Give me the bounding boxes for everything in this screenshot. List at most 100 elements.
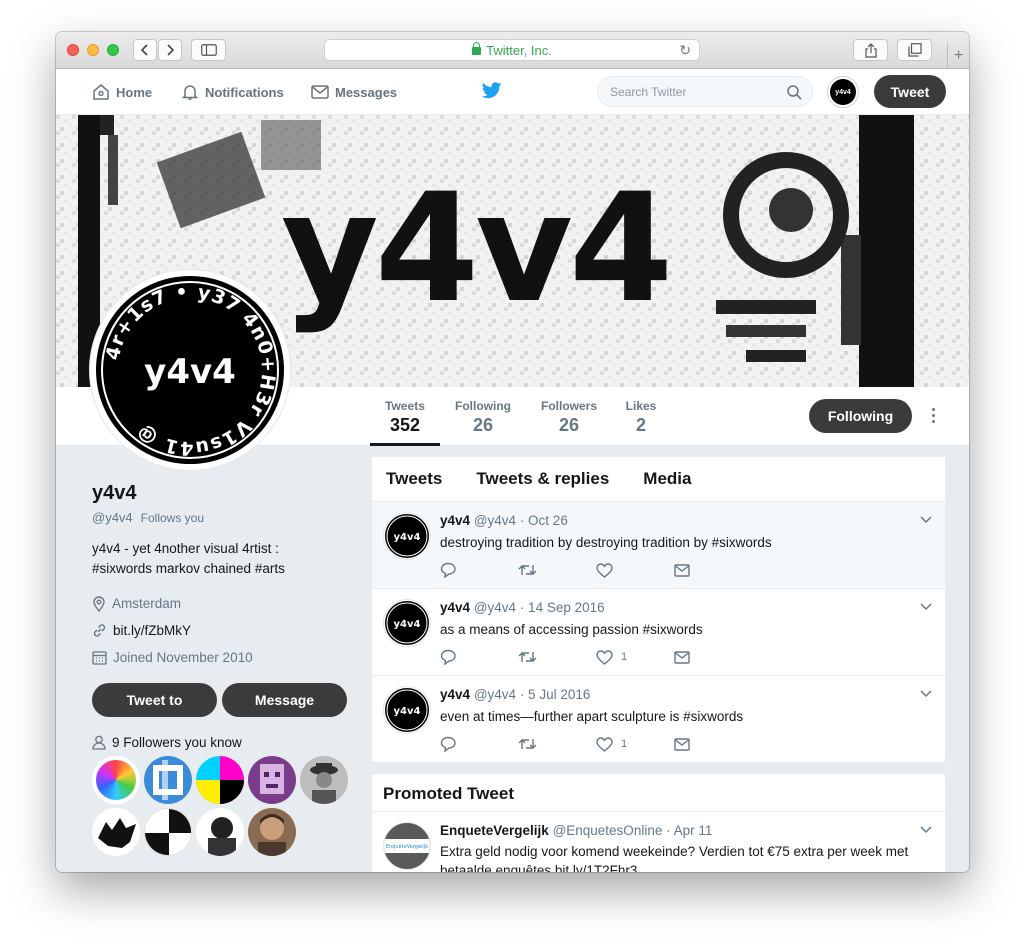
- retweet-button[interactable]: [518, 737, 596, 751]
- website-link[interactable]: bit.ly/fZbMkY: [113, 623, 191, 638]
- share-button[interactable]: [853, 39, 888, 61]
- tweet-to-button[interactable]: Tweet to: [92, 683, 217, 717]
- tweet-item[interactable]: y4v4 y4v4 @y4v4 · Oct 26 destroying trad…: [372, 502, 945, 589]
- stat-following[interactable]: Following 26: [451, 387, 515, 446]
- share-icon: [864, 42, 877, 58]
- direct-message-button[interactable]: [674, 650, 752, 664]
- stat-likes[interactable]: Likes 2: [619, 387, 663, 446]
- tweet-author-handle[interactable]: @y4v4: [474, 600, 516, 615]
- address-bar[interactable]: Twitter, Inc. ↻: [324, 39, 700, 61]
- retweet-icon: [518, 652, 537, 662]
- tweet-author-handle[interactable]: @y4v4: [474, 687, 516, 702]
- promoted-date[interactable]: · Apr 11: [666, 823, 712, 838]
- like-button[interactable]: 1: [596, 736, 674, 752]
- chevron-down-icon[interactable]: [920, 826, 932, 834]
- tweet-avatar-text: y4v4: [394, 706, 421, 717]
- tab-tweets-replies[interactable]: Tweets & replies: [476, 469, 609, 489]
- following-button[interactable]: Following: [809, 399, 912, 433]
- follower-avatar[interactable]: [144, 808, 192, 856]
- sidebar-toggle-button[interactable]: [191, 39, 226, 61]
- search-icon[interactable]: [787, 85, 802, 100]
- location-text[interactable]: Amsterdam: [112, 596, 181, 611]
- tweet-avatar[interactable]: y4v4: [383, 686, 431, 734]
- follower-avatar[interactable]: [248, 808, 296, 856]
- joined-text: Joined November 2010: [113, 650, 253, 665]
- tweet-author-name[interactable]: y4v4: [440, 513, 470, 528]
- follower-avatar[interactable]: [300, 756, 348, 804]
- tab-media[interactable]: Media: [643, 469, 691, 489]
- retweet-button[interactable]: [518, 563, 596, 577]
- nav-home[interactable]: Home: [92, 80, 152, 104]
- follower-avatar[interactable]: [92, 756, 140, 804]
- reload-icon[interactable]: ↻: [679, 42, 691, 59]
- retweet-button[interactable]: [518, 650, 596, 664]
- tweet-author-name[interactable]: y4v4: [440, 687, 470, 702]
- tweet-date[interactable]: · Oct 26: [520, 513, 568, 528]
- new-tab-button[interactable]: +: [947, 43, 969, 69]
- tweet-avatar[interactable]: y4v4: [383, 599, 431, 647]
- timeline: Tweets Tweets & replies Media y4v4 y4v4 …: [372, 457, 945, 763]
- nav-notifications[interactable]: Notifications: [181, 80, 284, 104]
- direct-message-button[interactable]: [674, 737, 752, 751]
- stat-followers[interactable]: Followers 26: [537, 387, 601, 446]
- profile-handle[interactable]: @y4v4: [92, 510, 133, 525]
- promoted-author-handle[interactable]: @EnquetesOnline: [553, 823, 663, 838]
- close-window-button[interactable]: [67, 44, 79, 56]
- more-options-icon[interactable]: [925, 403, 941, 427]
- profile-avatar[interactable]: 4r+1s7 • y37 4n0+H3r V1su41 @ y4v4: [90, 270, 290, 470]
- minimize-window-button[interactable]: [87, 44, 99, 56]
- forward-button[interactable]: [158, 39, 182, 61]
- reply-button[interactable]: [440, 562, 518, 578]
- tweet-avatar-text: y4v4: [394, 532, 421, 543]
- reply-button[interactable]: [440, 649, 518, 665]
- bell-icon: [181, 85, 199, 100]
- zoom-window-button[interactable]: [107, 44, 119, 56]
- chevron-down-icon[interactable]: [920, 603, 932, 611]
- nav-messages-label: Messages: [335, 84, 398, 100]
- timeline-tabs: Tweets Tweets & replies Media: [372, 457, 945, 502]
- profile-name[interactable]: y4v4: [92, 482, 352, 505]
- tweet-author-handle[interactable]: @y4v4: [474, 513, 516, 528]
- tweet-avatar[interactable]: y4v4: [383, 512, 431, 560]
- tweet-author-name[interactable]: y4v4: [440, 600, 470, 615]
- location-pin-icon: [93, 595, 105, 612]
- nav-messages[interactable]: Messages: [311, 80, 397, 104]
- tabs-overview-button[interactable]: [897, 39, 932, 61]
- follower-avatar[interactable]: [144, 756, 192, 804]
- stat-tweets[interactable]: Tweets 352: [370, 387, 440, 446]
- follower-avatar[interactable]: [196, 808, 244, 856]
- url-text: Twitter, Inc.: [486, 42, 552, 58]
- like-button[interactable]: 1: [596, 649, 674, 665]
- reply-button[interactable]: [440, 736, 518, 752]
- followers-you-know-label: 9 Followers you know: [112, 735, 242, 750]
- back-button[interactable]: [133, 39, 157, 61]
- tweet-date[interactable]: · 5 Jul 2016: [520, 687, 591, 702]
- tweet-actions: [440, 562, 752, 578]
- heart-icon: [596, 562, 613, 578]
- promoted-author-name[interactable]: EnqueteVergelijk: [440, 823, 549, 838]
- followers-you-know[interactable]: 9 Followers you know: [92, 735, 352, 750]
- chevron-down-icon[interactable]: [920, 690, 932, 698]
- chevron-down-icon[interactable]: [920, 516, 932, 524]
- bio-line-2[interactable]: #sixwords markov chained #arts: [92, 559, 352, 579]
- tweet-date[interactable]: · 14 Sep 2016: [520, 600, 605, 615]
- follower-avatar[interactable]: [196, 756, 244, 804]
- follower-avatar[interactable]: [248, 756, 296, 804]
- reply-icon: [440, 736, 456, 752]
- reply-icon: [440, 649, 456, 665]
- profile-handle-row: @y4v4 Follows you: [92, 510, 352, 525]
- tweet-item[interactable]: y4v4 y4v4 @y4v4 · 14 Sep 2016 as a means…: [372, 589, 945, 676]
- direct-message-button[interactable]: [674, 563, 752, 577]
- follower-avatar[interactable]: [92, 808, 140, 856]
- search-input[interactable]: Search Twitter: [597, 76, 813, 107]
- envelope-icon: [674, 737, 690, 751]
- promoted-avatar[interactable]: EnquêteVergelijk: [383, 822, 431, 870]
- tab-tweets[interactable]: Tweets: [386, 469, 442, 489]
- like-button[interactable]: [596, 562, 674, 578]
- account-avatar[interactable]: y4v4: [827, 76, 859, 108]
- twitter-bird-icon[interactable]: [482, 82, 502, 99]
- heart-icon: [596, 736, 613, 752]
- compose-tweet-button[interactable]: Tweet: [874, 75, 946, 108]
- tweet-item[interactable]: y4v4 y4v4 @y4v4 · 5 Jul 2016 even at tim…: [372, 676, 945, 763]
- message-button[interactable]: Message: [222, 683, 347, 717]
